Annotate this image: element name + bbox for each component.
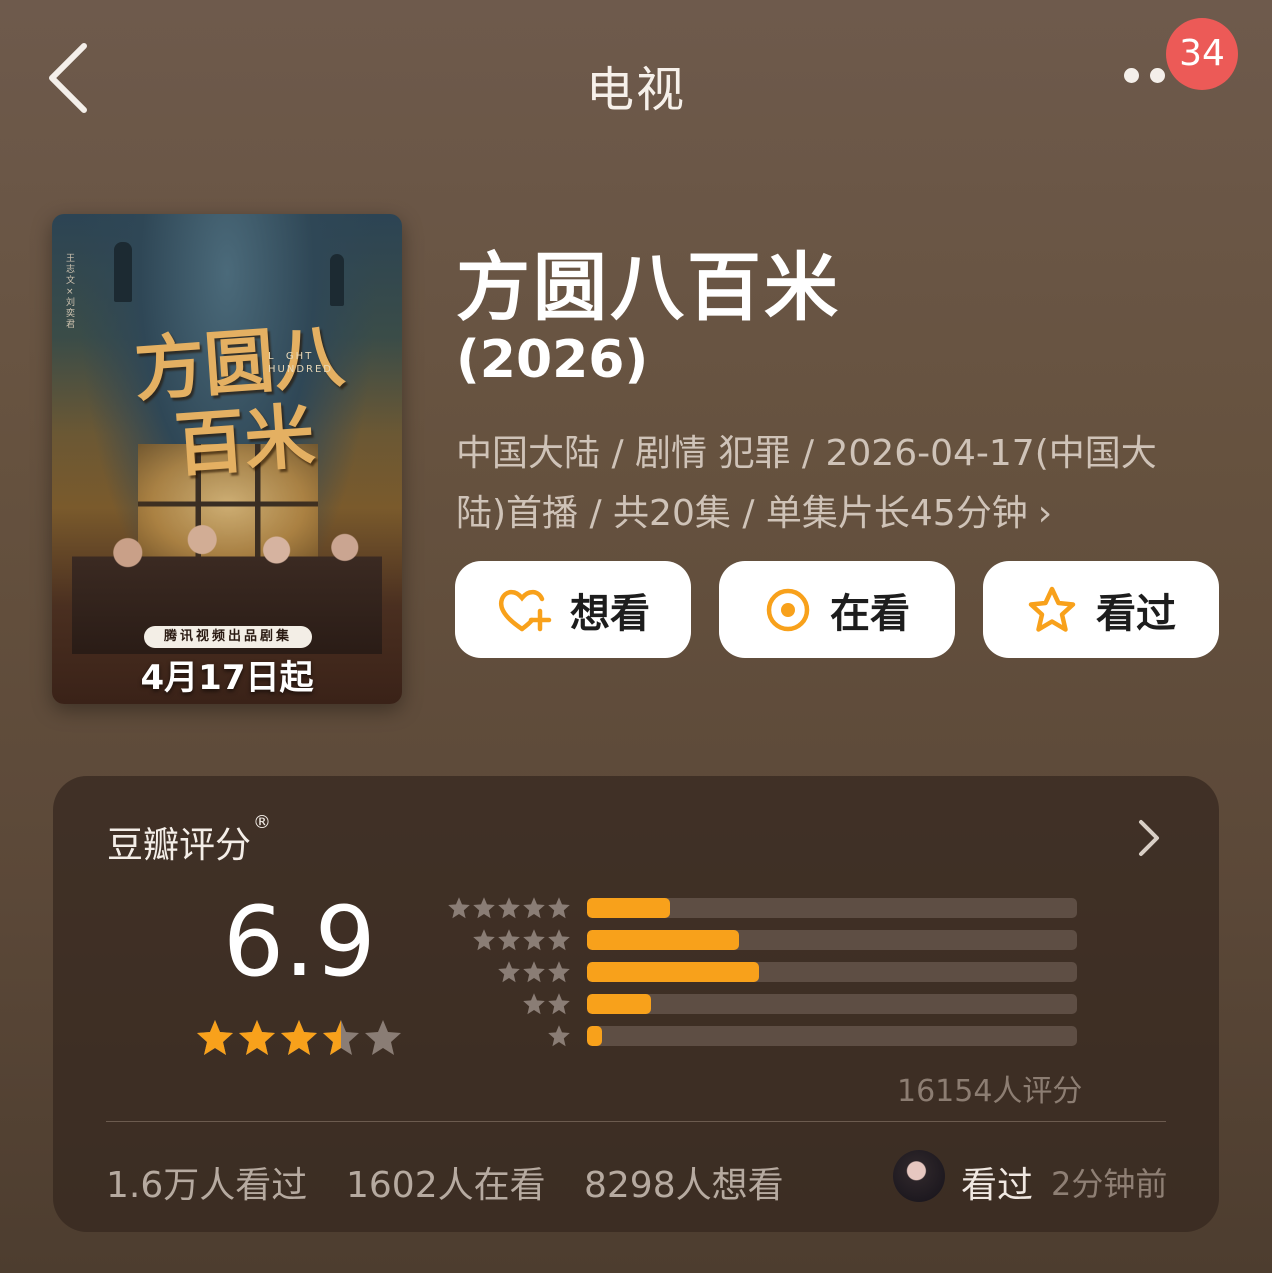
star-gray-icon bbox=[548, 961, 570, 983]
rating-row-stars bbox=[472, 928, 571, 952]
star-gray-icon bbox=[473, 897, 495, 919]
rating-row-stars bbox=[447, 896, 571, 920]
watching-label: 在看 bbox=[830, 590, 910, 637]
star-gray-icon bbox=[523, 961, 545, 983]
rating-row-4-star bbox=[447, 928, 1079, 952]
poster-image[interactable]: 王志文 ×刘奕君 方圆八百米 L GHT HUNDRED 腾讯视频出品剧集 4月… bbox=[52, 214, 402, 704]
target-icon bbox=[766, 588, 810, 631]
star-gray-icon bbox=[523, 897, 545, 919]
heart-plus-icon bbox=[499, 589, 552, 631]
star-filled-icon bbox=[281, 1020, 317, 1055]
activity-time: 2分钟前 bbox=[1051, 1165, 1168, 1203]
rating-bar-track bbox=[587, 1026, 1077, 1046]
more-dot-icon bbox=[1124, 68, 1139, 83]
rating-count: 16154人评分 bbox=[897, 1074, 1083, 1109]
rating-title-text: 豆瓣评分 bbox=[107, 825, 252, 866]
page-title: 电视 bbox=[585, 62, 686, 118]
poster-english-title: L GHT HUNDRED bbox=[268, 351, 333, 375]
rating-score: 6.9 bbox=[223, 886, 376, 998]
poster-figure bbox=[330, 254, 344, 306]
show-title: 方圆八百米 bbox=[456, 245, 841, 331]
more-dot-icon bbox=[1150, 68, 1165, 83]
star-gray-icon bbox=[498, 929, 520, 951]
rating-row-5-star bbox=[447, 896, 1079, 920]
rating-bar-fill bbox=[587, 962, 759, 982]
star-half-icon bbox=[323, 1020, 359, 1055]
stat-watched[interactable]: 1.6万人看过 bbox=[106, 1156, 307, 1208]
star-gray-icon bbox=[548, 897, 570, 919]
notification-badge[interactable]: 34 bbox=[1166, 18, 1238, 90]
rating-details-chevron[interactable] bbox=[1133, 818, 1163, 858]
friend-avatar[interactable] bbox=[893, 1150, 945, 1202]
star-gray-icon bbox=[548, 1025, 570, 1047]
divider bbox=[106, 1121, 1166, 1122]
poster-release-date: 4月17日起 bbox=[140, 658, 314, 698]
watching-button[interactable]: 在看 bbox=[719, 561, 955, 658]
rating-row-3-star bbox=[447, 960, 1079, 984]
star-gray-icon bbox=[548, 929, 570, 951]
rating-bar-track bbox=[587, 898, 1077, 918]
rating-row-stars bbox=[522, 992, 571, 1016]
star-gray-icon bbox=[473, 929, 495, 951]
rating-bar-fill bbox=[587, 898, 671, 918]
rating-title: 豆瓣评分® bbox=[107, 812, 271, 868]
poster-calligraphy-title: 方圆八百米 bbox=[131, 313, 347, 487]
star-filled-icon bbox=[197, 1020, 233, 1055]
rating-bar-track bbox=[587, 994, 1077, 1014]
star-gray-icon bbox=[523, 993, 545, 1015]
star-gray-icon bbox=[448, 897, 470, 919]
watched-label: 看过 bbox=[1096, 590, 1176, 637]
star-gray-icon bbox=[498, 961, 520, 983]
stat-want[interactable]: 8298人想看 bbox=[584, 1156, 784, 1208]
poster-studio-ribbon: 腾讯视频出品剧集 bbox=[144, 626, 312, 648]
rating-row-stars bbox=[497, 960, 571, 984]
poster-credits: 王志文 ×刘奕君 bbox=[66, 254, 76, 330]
show-meta[interactable]: 中国大陆 / 剧情 犯罪 / 2026-04-17(中国大陆)首播 / 共20集… bbox=[456, 424, 1201, 544]
watched-button[interactable]: 看过 bbox=[983, 561, 1219, 658]
rating-row-stars bbox=[547, 1024, 571, 1048]
rating-card[interactable]: 豆瓣评分® 6.9 16154人评分 1.6万人看过 1602人在看 8298人… bbox=[53, 776, 1219, 1232]
want-to-watch-button[interactable]: 想看 bbox=[455, 561, 691, 658]
want-to-watch-label: 想看 bbox=[570, 590, 650, 637]
more-options-button[interactable] bbox=[1118, 64, 1174, 88]
star-outline-icon bbox=[1028, 586, 1076, 632]
star-gray-icon bbox=[523, 929, 545, 951]
rating-bar-fill bbox=[587, 1026, 602, 1046]
rating-bar-track bbox=[587, 930, 1077, 950]
registered-mark: ® bbox=[253, 812, 272, 833]
poster-figure bbox=[114, 242, 132, 302]
rating-bar-track bbox=[587, 962, 1077, 982]
star-gray-icon bbox=[498, 897, 520, 919]
stat-watching[interactable]: 1602人在看 bbox=[346, 1156, 546, 1208]
rating-row-1-star bbox=[447, 1024, 1079, 1048]
rating-bar-fill bbox=[587, 994, 651, 1014]
star-filled-icon bbox=[239, 1020, 275, 1055]
star-empty-icon bbox=[365, 1020, 401, 1055]
show-year: (2026) bbox=[456, 330, 649, 390]
rating-row-2-star bbox=[447, 992, 1079, 1016]
score-stars bbox=[195, 1018, 403, 1058]
rating-bar-fill bbox=[587, 930, 739, 950]
chevron-right-icon bbox=[1139, 820, 1159, 856]
activity-status: 看过 bbox=[961, 1165, 1034, 1206]
star-gray-icon bbox=[548, 993, 570, 1015]
chevron-right-icon: › bbox=[1037, 493, 1053, 534]
